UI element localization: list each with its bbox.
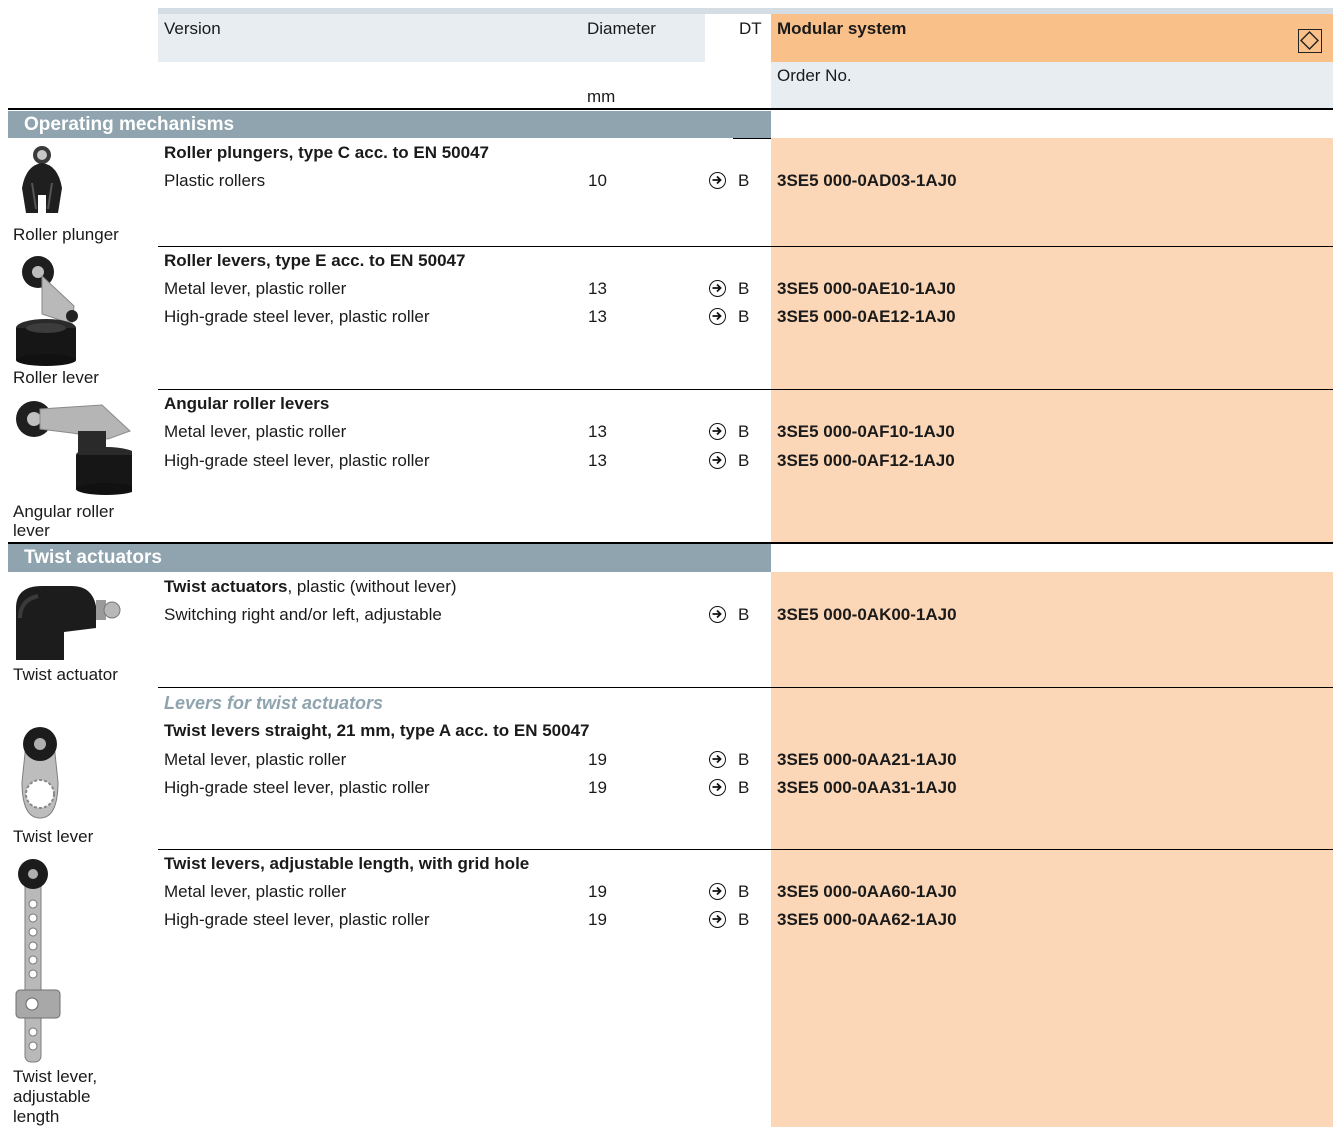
rule-section-1 <box>8 108 1333 110</box>
r6-desc: Switching right and/or left, adjustable <box>164 605 442 624</box>
modular-system-icon <box>1298 29 1322 53</box>
r2-dia: 13 <box>588 279 607 298</box>
twist-actuator-image <box>16 586 121 660</box>
r4-dt: B <box>738 422 750 441</box>
r7-dt: B <box>738 750 750 769</box>
header-dt: DT <box>739 19 762 38</box>
twist-lever-caption: Twist lever <box>13 827 94 846</box>
header-order-no: Order No. <box>777 66 852 85</box>
r3-dt: B <box>738 307 750 326</box>
twist-actuator-caption: Twist actuator <box>13 665 118 684</box>
r9-dt: B <box>738 882 750 901</box>
r10-order[interactable]: 3SE5 000-0AA62-1AJ0 <box>777 910 957 930</box>
twist-actuators-rest: , plastic (without lever) <box>287 577 457 596</box>
roller-plunger-image <box>22 146 62 215</box>
rule-row-3 <box>158 687 1333 688</box>
group-twist-levers-adjustable: Twist levers, adjustable length, with gr… <box>164 854 530 873</box>
r1-dt: B <box>738 171 750 190</box>
arrow-circle-icon <box>709 779 726 796</box>
r10-dt: B <box>738 910 750 929</box>
twist-lever-adjustable-image <box>15 859 61 1063</box>
twist-adj-caption-2: adjustable <box>13 1087 91 1106</box>
rule-row-4 <box>158 849 1333 850</box>
arrow-circle-icon <box>709 423 726 440</box>
arrow-circle-icon <box>709 308 726 325</box>
section-operating-mechanisms: Operating mechanisms <box>8 111 771 138</box>
r5-order[interactable]: 3SE5 000-0AF12-1AJ0 <box>777 451 955 471</box>
r1-dia: 10 <box>588 171 607 190</box>
section-twist-actuators: Twist actuators <box>8 544 771 572</box>
arrow-circle-icon <box>709 911 726 928</box>
group-angular-roller-levers: Angular roller levers <box>164 394 330 413</box>
r8-desc: High-grade steel lever, plastic roller <box>164 778 430 797</box>
r4-order[interactable]: 3SE5 000-0AF10-1AJ0 <box>777 422 955 442</box>
arrow-circle-icon <box>709 751 726 768</box>
group-levers-for-twist: Levers for twist actuators <box>164 693 384 713</box>
r7-order[interactable]: 3SE5 000-0AA21-1AJ0 <box>777 750 957 770</box>
rule-row-1 <box>158 246 1333 247</box>
r1-order[interactable]: 3SE5 000-0AD03-1AJ0 <box>777 171 957 191</box>
angular-caption-1: Angular roller <box>13 502 115 521</box>
twist-adj-caption-3: length <box>13 1107 60 1126</box>
r3-desc: High-grade steel lever, plastic roller <box>164 307 430 326</box>
roller-lever-caption: Roller lever <box>13 368 99 387</box>
r9-dia: 19 <box>588 882 607 901</box>
r2-dt: B <box>738 279 750 298</box>
r5-desc: High-grade steel lever, plastic roller <box>164 451 430 470</box>
r4-dia: 13 <box>588 422 607 441</box>
r6-dt: B <box>738 605 750 624</box>
r8-order[interactable]: 3SE5 000-0AA31-1AJ0 <box>777 778 957 798</box>
arrow-circle-icon <box>709 452 726 469</box>
group-twist-levers-straight: Twist levers straight, 21 mm, type A acc… <box>164 721 590 740</box>
header-modular-system: Modular system <box>777 19 907 38</box>
group-twist-actuators: Twist actuators, plastic (without lever) <box>164 577 457 597</box>
roller-plunger-caption: Roller plunger <box>13 225 119 244</box>
header-order-cell <box>771 62 1333 108</box>
r10-dia: 19 <box>588 910 607 929</box>
r4-desc: Metal lever, plastic roller <box>164 422 347 441</box>
rule-row-2 <box>158 389 1333 390</box>
r8-dia: 19 <box>588 778 607 797</box>
r3-order[interactable]: 3SE5 000-0AE12-1AJ0 <box>777 307 956 327</box>
header-diameter: Diameter <box>587 19 656 38</box>
group-roller-levers: Roller levers, type E acc. to EN 50047 <box>164 251 466 270</box>
r7-dia: 19 <box>588 750 607 769</box>
r2-desc: Metal lever, plastic roller <box>164 279 347 298</box>
r5-dt: B <box>738 451 750 470</box>
header-unit: mm <box>587 87 616 106</box>
r5-dia: 13 <box>588 451 607 470</box>
twist-adj-caption-1: Twist lever, <box>13 1067 98 1086</box>
order-column-bg-1 <box>771 138 1333 544</box>
r7-desc: Metal lever, plastic roller <box>164 750 347 769</box>
roller-lever-image <box>16 256 78 366</box>
header-version: Version <box>164 19 221 38</box>
r6-order[interactable]: 3SE5 000-0AK00-1AJ0 <box>777 605 957 625</box>
r9-order[interactable]: 3SE5 000-0AA60-1AJ0 <box>777 882 957 902</box>
r8-dt: B <box>738 778 750 797</box>
r3-dia: 13 <box>588 307 607 326</box>
r9-desc: Metal lever, plastic roller <box>164 882 347 901</box>
arrow-circle-icon <box>709 606 726 623</box>
twist-lever-image <box>21 727 59 819</box>
angular-caption-2: lever <box>13 521 50 540</box>
arrow-circle-icon <box>709 883 726 900</box>
angular-roller-lever-image <box>16 401 132 495</box>
arrow-circle-icon <box>709 172 726 189</box>
twist-actuators-bold: Twist actuators <box>164 577 288 596</box>
r10-desc: High-grade steel lever, plastic roller <box>164 910 430 929</box>
rule-operating-under <box>733 138 771 139</box>
arrow-circle-icon <box>709 280 726 297</box>
group-roller-plungers: Roller plungers, type C acc. to EN 50047 <box>164 143 490 162</box>
r1-desc: Plastic rollers <box>164 171 266 190</box>
r2-order[interactable]: 3SE5 000-0AE10-1AJ0 <box>777 279 956 299</box>
